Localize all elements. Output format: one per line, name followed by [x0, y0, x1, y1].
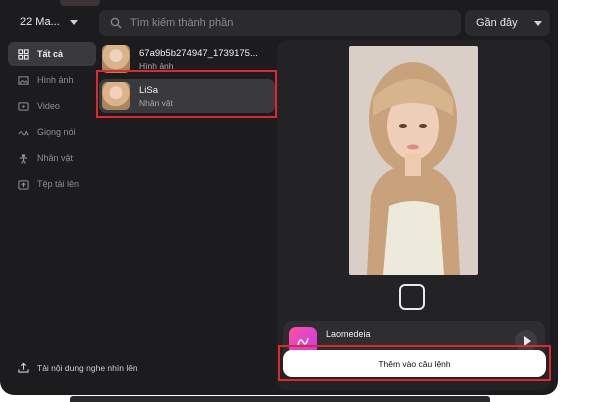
image-icon	[18, 75, 29, 85]
preview-panel: Laomedeia	[277, 40, 550, 390]
voice-icon	[18, 129, 29, 135]
sidebar-item-label: Nhân vật	[37, 153, 74, 163]
upload-icon	[18, 362, 29, 373]
asset-title: 67a9b5b274947_1739175...	[139, 47, 258, 59]
sidebar-item-images[interactable]: Hình ảnh	[8, 68, 96, 92]
sidebar-item-label: Tất cả	[37, 49, 64, 59]
upload-media-button[interactable]: Tải nội dung nghe nhìn lên	[18, 362, 138, 373]
sidebar-item-voice[interactable]: Giọng nói	[8, 120, 96, 144]
chevron-down-icon	[69, 19, 78, 25]
sidebar-item-label: Giọng nói	[37, 127, 76, 137]
search-icon	[110, 17, 122, 29]
chevron-down-icon	[533, 20, 542, 26]
asset-type: Hình ảnh	[139, 60, 174, 71]
video-icon	[18, 101, 29, 111]
project-dropdown[interactable]: 22 Ma...	[12, 10, 88, 34]
project-name: 22 Ma...	[20, 16, 60, 28]
background-strip	[70, 396, 490, 402]
upload-media-label: Tải nội dung nghe nhìn lên	[37, 362, 138, 373]
app-name: Laomedeia	[326, 329, 371, 339]
grid-icon	[18, 48, 29, 60]
asset-thumbnail	[102, 45, 130, 73]
top-decoration	[60, 0, 100, 6]
sidebar-item-label: Tệp tải lên	[37, 179, 80, 189]
character-portrait	[349, 46, 478, 275]
search-input[interactable]	[128, 16, 432, 30]
highlight-box-add-button	[278, 345, 551, 381]
sidebar-item-uploads[interactable]: Tệp tải lên	[8, 172, 96, 196]
sidebar-item-video[interactable]: Video	[8, 94, 96, 118]
sidebar-item-all[interactable]: Tất cả	[8, 42, 96, 66]
sidebar-item-label: Hình ảnh	[37, 75, 74, 85]
upload-folder-icon	[18, 179, 29, 190]
category-sidebar: Tất cả Hình ảnh Video Giọng nói Nhân vật…	[8, 42, 96, 198]
sidebar-item-characters[interactable]: Nhân vật	[8, 146, 96, 170]
preview-image	[349, 46, 478, 275]
capture-button[interactable]	[399, 284, 425, 310]
search-bar[interactable]	[99, 10, 461, 36]
person-icon	[19, 153, 28, 164]
sort-label: Gần đây	[476, 17, 518, 29]
sort-dropdown[interactable]: Gần đây	[465, 10, 550, 36]
asset-picker-window: 22 Ma... Gần đây Tất cả Hình ảnh Video G…	[0, 0, 558, 395]
highlight-box-selected-item	[96, 70, 277, 118]
sidebar-item-label: Video	[37, 101, 60, 111]
